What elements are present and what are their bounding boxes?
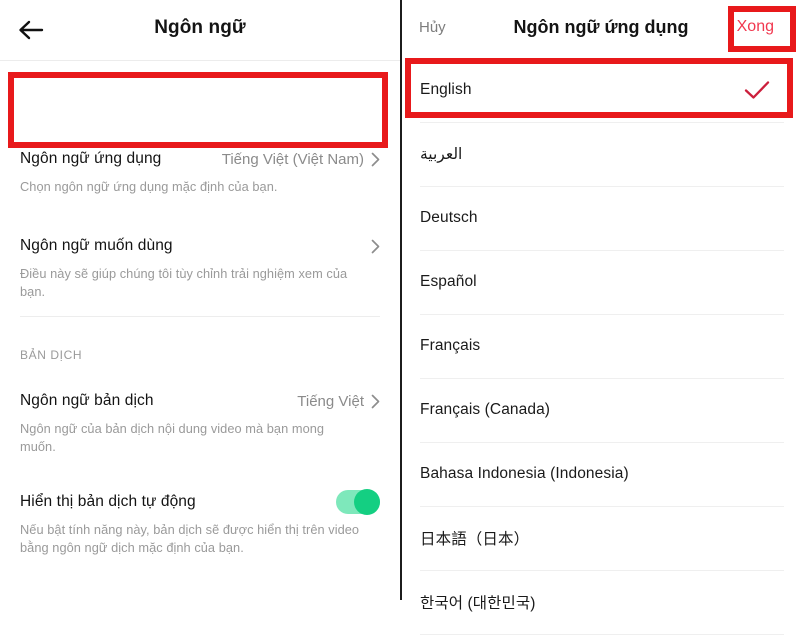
language-label: English [420,81,472,98]
setting-row-preferred-language[interactable]: Ngôn ngữ muốn dùng Điều này sẽ giúp chún… [0,233,400,301]
row-main: Hiển thị bản dịch tự động [20,489,380,515]
language-settings-panel: Ngôn ngữ Ngôn ngữ ứng dụng Tiếng Việt (V… [0,0,400,600]
setting-label: Ngôn ngữ ứng dụng [20,150,162,167]
left-header: Ngôn ngữ [0,0,400,61]
setting-label: Ngôn ngữ bản dịch [20,392,154,409]
row-main: Ngôn ngữ bản dịch Tiếng Việt [20,388,380,414]
screenshot-root: Ngôn ngữ Ngôn ngữ ứng dụng Tiếng Việt (V… [0,0,800,635]
language-label: 한국어 (대한민국) [420,595,536,612]
language-option-arabic[interactable]: العربية [402,122,800,186]
language-option-francais-canada[interactable]: Français (Canada) [402,378,800,442]
language-option-espanol[interactable]: Español [402,250,800,314]
toggle-knob [354,489,380,515]
page-title: Ngôn ngữ [154,17,246,38]
setting-row-translation-language[interactable]: Ngôn ngữ bản dịch Tiếng Việt Ngôn ngữ củ… [0,388,400,456]
setting-value: Tiếng Việt [297,392,364,410]
setting-row-auto-translation[interactable]: Hiển thị bản dịch tự động Nếu bật tính n… [0,489,400,557]
setting-description: Nếu bật tính năng này, bản dịch sẽ được … [20,522,360,555]
right-header: Hủy Ngôn ngữ ứng dụng Xong [402,0,800,58]
setting-description: Chọn ngôn ngữ ứng dụng mặc định của bạn. [20,179,278,194]
setting-description: Điều này sẽ giúp chúng tôi tùy chỉnh trả… [20,266,348,299]
done-button[interactable]: Xong [737,18,774,36]
language-label: Français (Canada) [420,401,551,418]
language-label: Español [420,273,477,290]
row-main: Ngôn ngữ ứng dụng Tiếng Việt (Việt Nam) [20,146,380,172]
language-option-deutsch[interactable]: Deutsch [402,186,800,250]
language-option-japanese[interactable]: 日本語（日本） [402,506,800,570]
language-label: Deutsch [420,209,478,226]
language-label: Bahasa Indonesia (Indonesia) [420,465,629,482]
language-option-francais[interactable]: Français [402,314,800,378]
chevron-right-icon [371,239,380,254]
row-main: Ngôn ngữ muốn dùng [20,233,380,259]
setting-row-app-language[interactable]: Ngôn ngữ ứng dụng Tiếng Việt (Việt Nam) … [0,146,400,196]
language-label: 日本語（日本） [420,531,530,548]
setting-label: Hiển thị bản dịch tự động [20,493,196,510]
language-option-korean[interactable]: 한국어 (대한민국) [402,570,800,634]
auto-translation-toggle[interactable] [336,489,380,515]
language-label: Français [420,337,481,354]
language-option-bahasa-indonesia[interactable]: Bahasa Indonesia (Indonesia) [402,442,800,506]
app-language-picker-panel: Hủy Ngôn ngữ ứng dụng Xong English العرب… [400,0,800,635]
language-option-english[interactable]: English [402,58,800,122]
app-language-row-highlight [8,72,388,148]
language-label: العربية [420,145,463,163]
setting-label: Ngôn ngữ muốn dùng [20,237,173,254]
chevron-right-icon [371,152,380,167]
setting-value: Tiếng Việt (Việt Nam) [221,150,364,168]
chevron-right-icon [371,394,380,409]
section-divider [20,316,380,317]
check-icon [744,80,770,100]
section-heading-translation: BẢN DỊCH [20,348,83,362]
setting-description: Ngôn ngữ của bản dịch nội dung video mà … [20,421,325,454]
